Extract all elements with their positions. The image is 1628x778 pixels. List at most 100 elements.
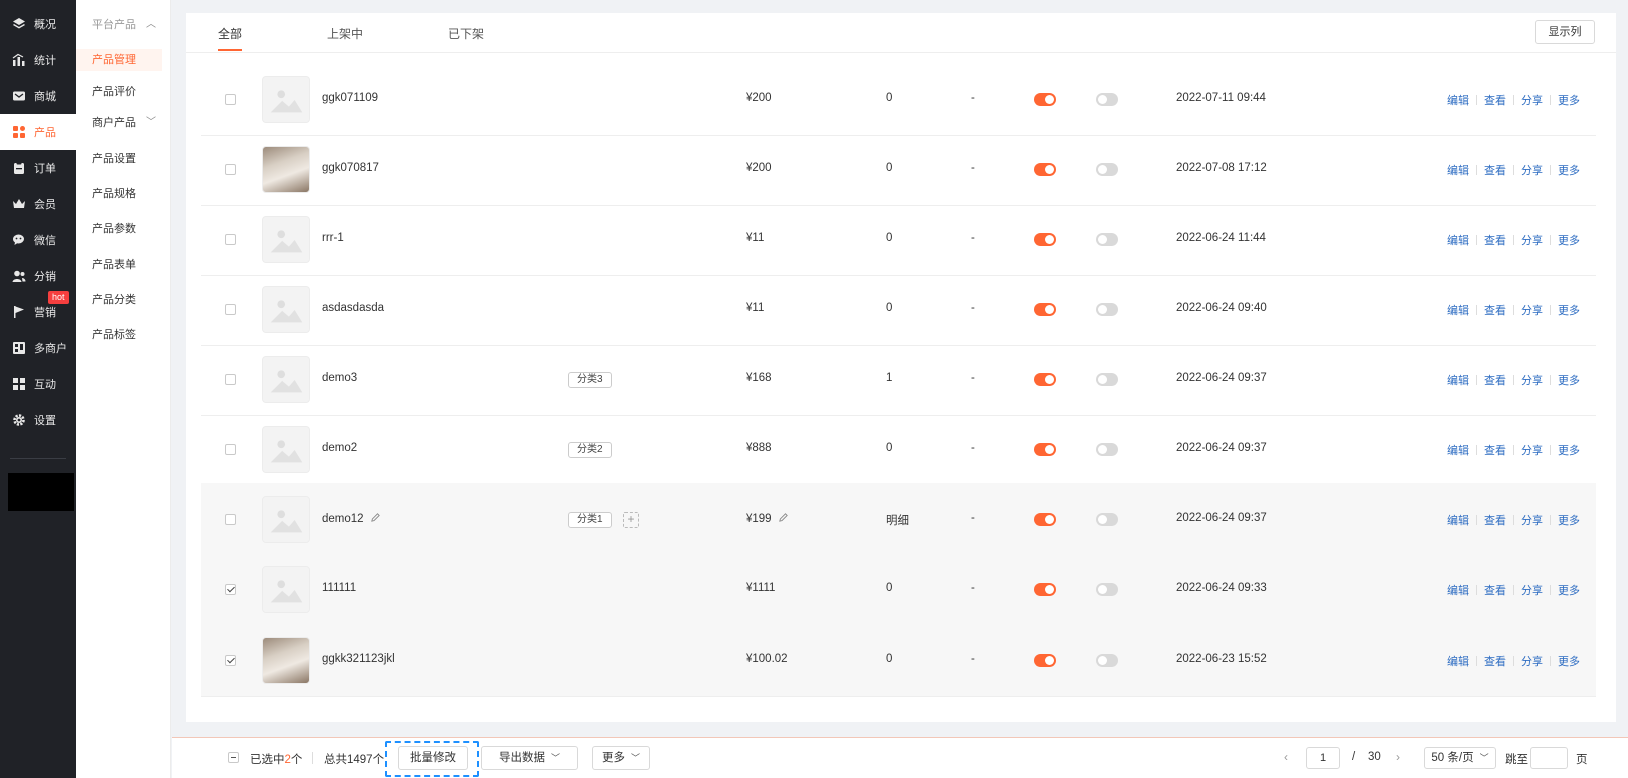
nav-item-overview[interactable]: 概况 (0, 6, 76, 42)
share-link[interactable]: 分享 (1521, 515, 1543, 527)
row-checkbox[interactable] (225, 514, 236, 525)
more-link[interactable]: 更多 (1558, 305, 1580, 317)
next-page-button[interactable]: › (1396, 750, 1400, 764)
more-link[interactable]: 更多 (1558, 235, 1580, 247)
subnav-group-platform-products[interactable]: 平台产品 ︿ (76, 14, 162, 36)
tab-all[interactable]: 全部 (218, 25, 242, 42)
row-checkbox[interactable] (225, 304, 236, 315)
product-thumbnail[interactable] (262, 286, 310, 333)
subnav-item-product-reviews[interactable]: 产品评价 (76, 81, 162, 103)
nav-item-settings[interactable]: 设置 (0, 402, 76, 438)
product-thumbnail[interactable] (262, 146, 310, 193)
edit-link[interactable]: 编辑 (1447, 656, 1469, 668)
nav-item-statistics[interactable]: 统计 (0, 42, 76, 78)
share-link[interactable]: 分享 (1521, 656, 1543, 668)
view-link[interactable]: 查看 (1484, 235, 1506, 247)
share-link[interactable]: 分享 (1521, 95, 1543, 107)
on-sale-toggle[interactable] (1034, 303, 1056, 316)
row-checkbox[interactable] (225, 444, 236, 455)
nav-item-products[interactable]: 产品 (0, 114, 76, 150)
more-link[interactable]: 更多 (1558, 656, 1580, 668)
subnav-item-product-specs[interactable]: 产品规格 (76, 183, 162, 205)
product-thumbnail[interactable] (262, 76, 310, 123)
nav-item-marketing[interactable]: hot 营销 (0, 291, 76, 330)
subnav-item-product-tags[interactable]: 产品标签 (76, 324, 162, 346)
prev-page-button[interactable]: ‹ (1284, 750, 1288, 764)
product-thumbnail[interactable] (262, 216, 310, 263)
select-all-checkbox[interactable] (228, 752, 239, 763)
jump-page-input[interactable] (1530, 747, 1568, 769)
edit-link[interactable]: 编辑 (1447, 585, 1469, 597)
recommend-toggle[interactable] (1096, 163, 1118, 176)
more-link[interactable]: 更多 (1558, 375, 1580, 387)
subnav-item-product-forms[interactable]: 产品表单 (76, 254, 162, 276)
view-link[interactable]: 查看 (1484, 375, 1506, 387)
page-size-select[interactable]: 50 条/页 ﹀ (1424, 747, 1496, 769)
nav-item-distribution[interactable]: 分销 (0, 258, 76, 294)
row-checkbox[interactable] (225, 234, 236, 245)
recommend-toggle[interactable] (1096, 513, 1118, 526)
recommend-toggle[interactable] (1096, 654, 1118, 667)
add-tag-button[interactable]: + (623, 512, 639, 528)
edit-pencil-icon[interactable] (778, 512, 789, 523)
view-link[interactable]: 查看 (1484, 95, 1506, 107)
tab-on-sale[interactable]: 上架中 (327, 25, 363, 42)
view-link[interactable]: 查看 (1484, 165, 1506, 177)
edit-link[interactable]: 编辑 (1447, 515, 1469, 527)
on-sale-toggle[interactable] (1034, 513, 1056, 526)
current-page-input[interactable]: 1 (1306, 747, 1340, 769)
subnav-group-merchant-products[interactable]: 商户产品 ﹀ (76, 112, 162, 134)
on-sale-toggle[interactable] (1034, 163, 1056, 176)
recommend-toggle[interactable] (1096, 233, 1118, 246)
edit-link[interactable]: 编辑 (1447, 165, 1469, 177)
edit-link[interactable]: 编辑 (1447, 235, 1469, 247)
recommend-toggle[interactable] (1096, 583, 1118, 596)
on-sale-toggle[interactable] (1034, 583, 1056, 596)
view-link[interactable]: 查看 (1484, 515, 1506, 527)
on-sale-toggle[interactable] (1034, 443, 1056, 456)
edit-pencil-icon[interactable] (370, 512, 381, 523)
view-link[interactable]: 查看 (1484, 656, 1506, 668)
product-thumbnail[interactable] (262, 356, 310, 403)
share-link[interactable]: 分享 (1521, 585, 1543, 597)
row-checkbox[interactable] (225, 94, 236, 105)
on-sale-toggle[interactable] (1034, 233, 1056, 246)
on-sale-toggle[interactable] (1034, 373, 1056, 386)
recommend-toggle[interactable] (1096, 93, 1118, 106)
product-stock[interactable]: 明细 (886, 512, 909, 528)
on-sale-toggle[interactable] (1034, 93, 1056, 106)
nav-item-members[interactable]: 会员 (0, 186, 76, 222)
more-link[interactable]: 更多 (1558, 95, 1580, 107)
subnav-item-product-categories[interactable]: 产品分类 (76, 289, 162, 311)
edit-link[interactable]: 编辑 (1447, 305, 1469, 317)
nav-item-wechat[interactable]: 微信 (0, 222, 76, 258)
batch-edit-button[interactable]: 批量修改 (398, 746, 468, 770)
nav-item-mall[interactable]: 商城 (0, 78, 76, 114)
share-link[interactable]: 分享 (1521, 375, 1543, 387)
subnav-item-product-management[interactable]: 产品管理 (76, 49, 162, 71)
product-thumbnail[interactable] (262, 637, 310, 684)
row-checkbox[interactable] (225, 164, 236, 175)
tab-off-sale[interactable]: 已下架 (448, 25, 484, 42)
edit-link[interactable]: 编辑 (1447, 445, 1469, 457)
edit-link[interactable]: 编辑 (1447, 375, 1469, 387)
product-thumbnail[interactable] (262, 566, 310, 613)
more-link[interactable]: 更多 (1558, 585, 1580, 597)
recommend-toggle[interactable] (1096, 373, 1118, 386)
subnav-item-product-params[interactable]: 产品参数 (76, 218, 162, 240)
view-link[interactable]: 查看 (1484, 445, 1506, 457)
recommend-toggle[interactable] (1096, 443, 1118, 456)
more-actions-dropdown[interactable]: 更多 ﹀ (592, 746, 650, 770)
edit-link[interactable]: 编辑 (1447, 95, 1469, 107)
nav-item-interaction[interactable]: 互动 (0, 366, 76, 402)
show-columns-button[interactable]: 显示列 (1535, 20, 1595, 44)
view-link[interactable]: 查看 (1484, 585, 1506, 597)
nav-item-multi-merchant[interactable]: 多商户 (0, 330, 76, 366)
share-link[interactable]: 分享 (1521, 235, 1543, 247)
nav-item-orders[interactable]: 订单 (0, 150, 76, 186)
more-link[interactable]: 更多 (1558, 445, 1580, 457)
export-data-dropdown[interactable]: 导出数据 ﹀ (481, 746, 578, 770)
row-checkbox[interactable] (225, 374, 236, 385)
row-checkbox[interactable] (225, 584, 236, 595)
more-link[interactable]: 更多 (1558, 515, 1580, 527)
